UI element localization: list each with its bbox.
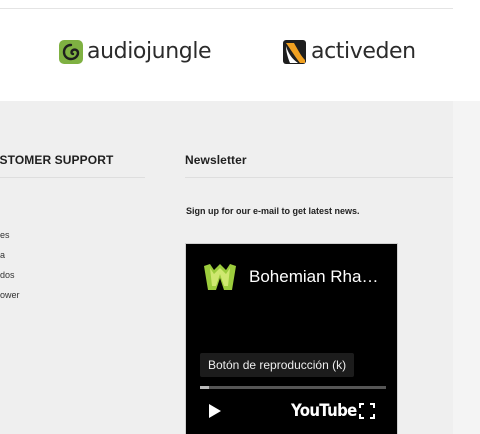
support-links: es a dos ower bbox=[0, 229, 20, 309]
divider bbox=[0, 8, 453, 9]
activeden-link[interactable]: activeden bbox=[282, 38, 416, 66]
channel-avatar-icon[interactable] bbox=[202, 262, 238, 292]
newsletter-divider bbox=[185, 177, 453, 178]
youtube-embed[interactable]: Bohemian Rha… Botón de reproducción (k) … bbox=[185, 243, 398, 434]
video-title[interactable]: Bohemian Rha… bbox=[249, 267, 378, 287]
activeden-logo-icon bbox=[283, 40, 306, 64]
audiojungle-wordmark: audiojungle bbox=[87, 39, 212, 64]
support-link[interactable]: ower bbox=[0, 289, 20, 309]
support-link[interactable]: es bbox=[0, 229, 20, 249]
play-tooltip: Botón de reproducción (k) bbox=[200, 353, 355, 377]
page-scrollbar[interactable] bbox=[453, 101, 480, 434]
customer-support-heading: CUSTOMER SUPPORT bbox=[0, 153, 114, 167]
support-link[interactable]: a bbox=[0, 249, 20, 269]
site-footer: CUSTOMER SUPPORT es a dos ower Newslette… bbox=[0, 101, 453, 434]
partner-band: audiojungle activeden bbox=[0, 0, 480, 101]
newsletter-text: Sign up for our e-mail to get latest new… bbox=[186, 206, 360, 216]
audiojungle-logo-icon bbox=[59, 40, 83, 64]
support-divider bbox=[0, 177, 145, 178]
progress-bar[interactable] bbox=[200, 386, 386, 389]
play-icon[interactable] bbox=[208, 403, 222, 419]
support-link[interactable]: dos bbox=[0, 269, 20, 289]
progress-fill bbox=[200, 386, 210, 389]
activeden-wordmark: activeden bbox=[311, 39, 416, 64]
fullscreen-icon[interactable] bbox=[358, 402, 376, 420]
newsletter-heading: Newsletter bbox=[185, 153, 247, 167]
youtube-logo[interactable]: YouTube bbox=[291, 401, 357, 421]
audiojungle-link[interactable]: audiojungle bbox=[58, 38, 212, 66]
